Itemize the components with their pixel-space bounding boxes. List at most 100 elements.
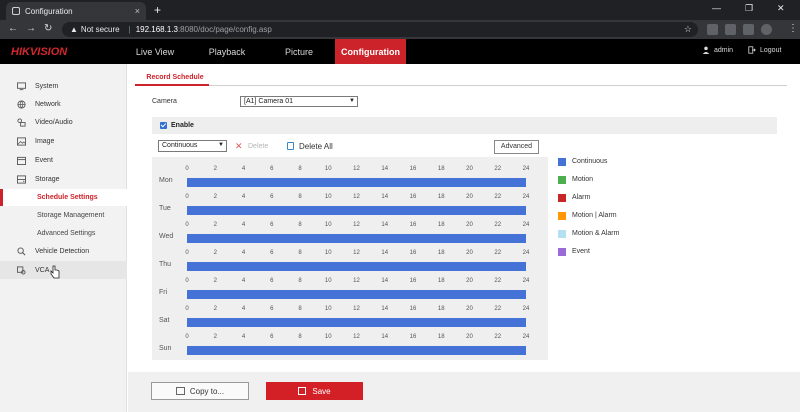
- schedule-bar-sat[interactable]: [187, 318, 526, 327]
- sidebar: System Network Video/Audio Image Event S…: [0, 64, 127, 412]
- schedule-bar-mon[interactable]: [187, 178, 526, 187]
- sidebar-item-vca[interactable]: VCA: [0, 261, 127, 279]
- record-type-select[interactable]: Continuous ▼: [158, 140, 227, 152]
- schedule-grid[interactable]: [152, 157, 548, 360]
- save-button[interactable]: Save: [266, 382, 363, 400]
- save-icon: [298, 387, 307, 395]
- hour-tick-label: 2: [213, 334, 217, 340]
- sidebar-item-label: Storage: [35, 175, 60, 183]
- reload-icon[interactable]: ↻: [44, 23, 52, 35]
- delete-button[interactable]: Delete: [248, 143, 268, 150]
- hand-cursor-icon: [50, 265, 60, 279]
- copy-to-button[interactable]: Copy to...: [151, 382, 249, 400]
- sidebar-sub-schedule-settings[interactable]: Schedule Settings: [0, 189, 127, 206]
- schedule-bar-tue[interactable]: [187, 206, 526, 215]
- advanced-button[interactable]: Advanced: [494, 140, 539, 154]
- vehicle-detection-icon: [17, 246, 26, 255]
- hour-tick-label: 8: [298, 278, 302, 284]
- logout-link[interactable]: Logout: [748, 46, 781, 54]
- legend-swatch[interactable]: [558, 158, 566, 166]
- profile-avatar-icon[interactable]: [761, 24, 772, 35]
- sidebar-item-label: System: [35, 82, 59, 90]
- schedule-bar-sun[interactable]: [187, 346, 526, 355]
- record-type-value: Continuous: [162, 142, 198, 149]
- sidebar-item-event[interactable]: Event: [0, 151, 127, 169]
- sidebar-item-video-audio[interactable]: Video/Audio: [0, 113, 127, 131]
- nav-live-view[interactable]: Live View: [125, 39, 185, 64]
- browser-menu-icon[interactable]: ⋮: [788, 23, 798, 35]
- hour-tick-label: 22: [494, 278, 502, 284]
- nav-picture[interactable]: Picture: [269, 39, 329, 64]
- url-host: 192.168.1.3: [135, 25, 178, 34]
- hour-tick-label: 6: [270, 166, 274, 172]
- schedule-bar-wed[interactable]: [187, 234, 526, 243]
- sidebar-item-vehicle-detection[interactable]: Vehicle Detection: [0, 242, 127, 260]
- hour-tick-label: 16: [409, 194, 417, 200]
- hour-tick-label: 20: [466, 194, 473, 200]
- hour-tick-label: 2: [213, 250, 217, 256]
- hour-tick-label: 0: [185, 166, 189, 172]
- video-audio-icon: [17, 117, 26, 127]
- legend-swatch[interactable]: [558, 212, 566, 220]
- tab-active-indicator: [135, 84, 209, 86]
- browser-toolbar: ← → ↻ ▲ Not secure | 192.168.1.3 :8080/d…: [0, 20, 800, 39]
- sidebar-item-network[interactable]: Network: [0, 95, 127, 113]
- hour-tick-label: 8: [298, 222, 302, 228]
- hour-tick-label: 18: [437, 278, 445, 284]
- hour-tick-label: 4: [241, 278, 246, 284]
- delete-all-button[interactable]: Delete All: [299, 142, 333, 151]
- trash-icon[interactable]: [287, 142, 294, 150]
- copy-label: Copy to...: [189, 386, 225, 396]
- legend-swatch[interactable]: [558, 248, 566, 256]
- legend-swatch[interactable]: [558, 176, 566, 184]
- hour-tick-label: 4: [241, 166, 246, 172]
- new-tab-button[interactable]: +: [154, 2, 161, 18]
- sidebar-sub-storage-management[interactable]: Storage Management: [0, 207, 127, 224]
- puzzle-extension-icon[interactable]: [743, 24, 754, 35]
- not-secure-label: Not secure: [80, 25, 120, 34]
- legend-swatch[interactable]: [558, 194, 566, 202]
- back-icon[interactable]: ←: [8, 23, 18, 35]
- enable-checkbox[interactable]: [160, 122, 167, 129]
- maximize-icon[interactable]: ❐: [745, 3, 753, 14]
- hour-tick-label: 4: [241, 306, 246, 312]
- forward-icon[interactable]: →: [26, 23, 36, 35]
- shield-extension-icon[interactable]: [725, 24, 736, 35]
- hour-tick-label: 24: [522, 334, 530, 340]
- hour-tick-label: 20: [466, 278, 473, 284]
- hour-tick-label: 8: [298, 194, 302, 200]
- camera-select[interactable]: [A1] Camera 01 ▼: [240, 96, 358, 107]
- hour-tick-label: 16: [409, 334, 417, 340]
- camera-select-value: [A1] Camera 01: [244, 98, 294, 105]
- hour-tick-label: 24: [522, 250, 530, 256]
- legend-swatch[interactable]: [558, 230, 566, 238]
- delete-icon[interactable]: ✕: [235, 141, 243, 152]
- hour-tick-label: 0: [185, 222, 189, 228]
- hour-tick-label: 22: [494, 166, 502, 172]
- sidebar-sub-advanced-settings[interactable]: Advanced Settings: [0, 225, 127, 242]
- close-window-icon[interactable]: ✕: [777, 3, 785, 14]
- hour-tick-label: 20: [466, 334, 473, 340]
- sidebar-item-image[interactable]: Image: [0, 132, 127, 150]
- sidebar-item-storage[interactable]: Storage: [0, 170, 127, 188]
- bookmark-star-icon[interactable]: ☆: [684, 24, 692, 35]
- hour-tick-label: 6: [270, 306, 274, 312]
- day-label-mon: Mon: [159, 177, 173, 184]
- address-bar[interactable]: ▲ Not secure | 192.168.1.3 :8080/doc/pag…: [62, 22, 698, 37]
- nav-configuration[interactable]: Configuration: [335, 39, 406, 64]
- close-tab-icon[interactable]: ×: [135, 6, 140, 16]
- minimize-icon[interactable]: —: [712, 3, 721, 13]
- legend-label: Motion | Alarm: [572, 212, 617, 219]
- sidebar-item-system[interactable]: System: [0, 77, 127, 95]
- tab-title: Configuration: [25, 6, 73, 16]
- tab-record-schedule[interactable]: Record Schedule: [140, 71, 210, 85]
- schedule-bar-fri[interactable]: [187, 290, 526, 299]
- hour-tick-label: 16: [409, 306, 417, 312]
- hour-tick-label: 12: [353, 250, 360, 256]
- browser-tab[interactable]: Configuration ×: [6, 2, 146, 20]
- extension-icon[interactable]: [707, 24, 718, 35]
- schedule-bar-thu[interactable]: [187, 262, 526, 271]
- legend-label: Alarm: [572, 194, 591, 201]
- hour-tick-label: 0: [185, 334, 189, 340]
- nav-playback[interactable]: Playback: [197, 39, 257, 64]
